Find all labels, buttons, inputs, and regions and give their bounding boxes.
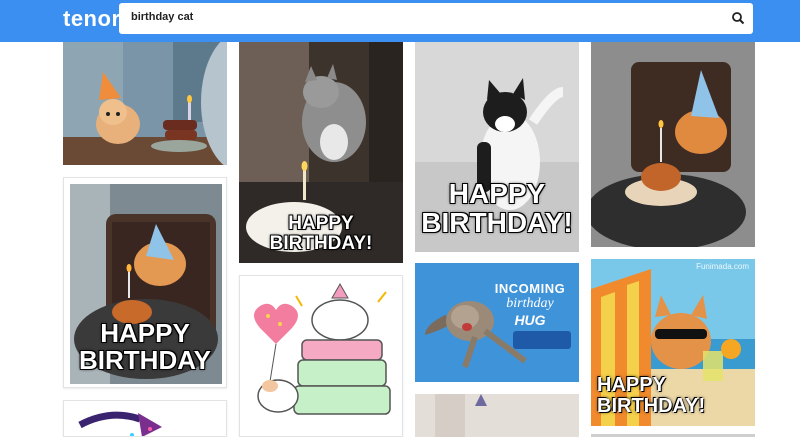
gif-tile-cat-party-hat-cake[interactable] bbox=[591, 42, 755, 247]
gif-tile-party-hat-cake[interactable]: HAPPY BIRTHDAY bbox=[63, 177, 227, 388]
kitten-cake-image bbox=[63, 42, 227, 165]
watermark: Funimada.com bbox=[696, 262, 749, 271]
gif-tile-dancing-cat[interactable]: HAPPY BIRTHDAY! bbox=[415, 42, 579, 252]
incoming-hug-text: INCOMING birthday HUG bbox=[494, 281, 566, 328]
tenor-logo[interactable]: tenor bbox=[63, 6, 121, 32]
gif-tile-cat-candle[interactable]: HAPPY BIRTHDAY! bbox=[239, 42, 403, 263]
gif-tile-incoming-hug[interactable]: INCOMING birthday HUG bbox=[415, 263, 579, 382]
gif-tile-party-cat-bottom[interactable] bbox=[63, 400, 227, 437]
room-image bbox=[415, 394, 579, 437]
gif-caption: HAPPY BIRTHDAY bbox=[79, 318, 211, 376]
gif-tile-bottom-3[interactable] bbox=[415, 394, 579, 437]
gif-tile-kitten-cake[interactable] bbox=[63, 42, 227, 165]
top-bar: tenor birthday cat bbox=[0, 0, 800, 42]
gif-tile-cake-cats-cartoon[interactable] bbox=[239, 275, 403, 437]
cat-with-hat-image bbox=[591, 42, 755, 247]
cartoon-cats-cake-image bbox=[254, 282, 391, 415]
gif-caption: HAPPY BIRTHDAY! bbox=[421, 178, 573, 239]
search-box[interactable]: birthday cat bbox=[119, 3, 753, 34]
gif-caption: HAPPY BIRTHDAY! bbox=[269, 213, 373, 254]
search-input[interactable]: birthday cat bbox=[131, 11, 193, 23]
party-horn-image bbox=[78, 411, 162, 436]
search-icon[interactable] bbox=[731, 11, 745, 25]
gif-tile-beach-cat[interactable]: Funimada.com HAPPY BIRTHDAY! bbox=[591, 259, 755, 426]
gif-caption: HAPPY BIRTHDAY! bbox=[597, 374, 706, 417]
